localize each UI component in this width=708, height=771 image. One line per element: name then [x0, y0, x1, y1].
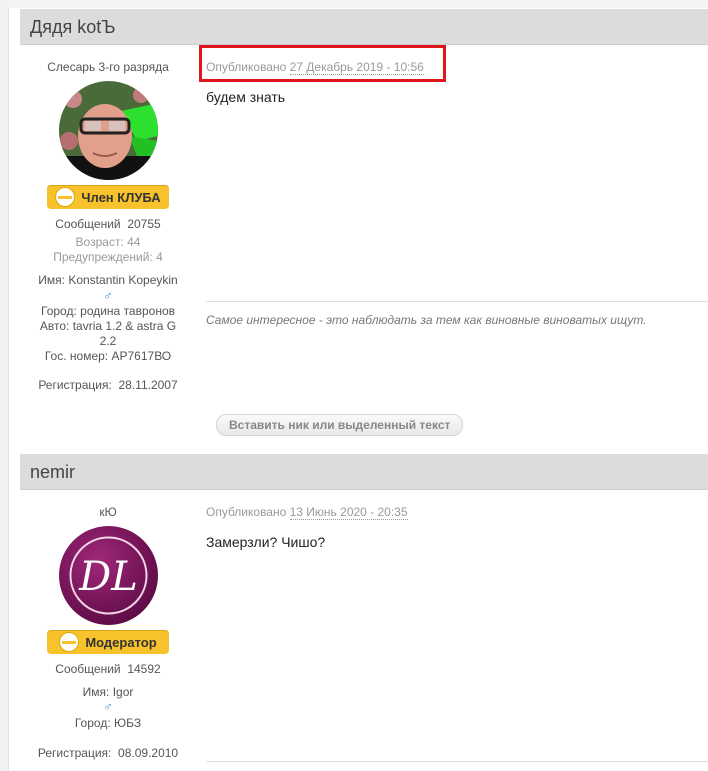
published-date[interactable]: 13 Июнь 2020 - 20:35 — [289, 505, 408, 520]
avatar[interactable]: DL — [59, 526, 158, 625]
moderator-badge: Модератор — [47, 630, 169, 654]
name-label: Имя: — [82, 685, 110, 699]
avatar-image: DL — [59, 526, 158, 625]
plate-label: Гос. номер: — [44, 349, 109, 363]
highlight-annotation — [199, 45, 446, 82]
profile-city: Город: родина тавронов — [20, 304, 196, 318]
messages-label: Сообщений — [55, 662, 121, 676]
reg-label: Регистрация: — [38, 378, 112, 392]
male-gender-icon: ♂ — [103, 288, 113, 303]
badge-label: Модератор — [85, 634, 157, 650]
name-value: Konstantin Kopeykin — [68, 273, 178, 287]
profile-plate: Гос. номер: АР7617ВО — [20, 349, 196, 363]
auto-label: Авто: — [39, 319, 70, 333]
profile-auto: Авто: tavria 1.2 & astra G — [20, 319, 196, 333]
opel-emblem-icon — [59, 632, 80, 652]
quote-button[interactable]: Вставить ник или выделенный текст — [216, 414, 464, 436]
top-strip — [8, 0, 708, 8]
profile-name: Имя: Konstantin Kopeykin — [20, 273, 196, 287]
profile-name: Имя: Igor — [20, 685, 196, 699]
city-label: Город: — [74, 716, 111, 730]
profile-registration: Регистрация: 28.11.2007 — [20, 378, 196, 392]
age: Возраст: 44 — [75, 235, 141, 249]
post-body: Опубликовано 13 Июнь 2020 - 20:35 Замерз… — [206, 454, 708, 771]
messages-value: 14592 — [127, 662, 161, 676]
name-value: Igor — [112, 685, 134, 699]
warnings: Предупреждений: 4 — [53, 250, 163, 264]
opel-emblem-icon — [55, 187, 76, 207]
plate-value: АР7617ВО — [111, 349, 172, 363]
quote-button-label: Вставить ник или выделенный текст — [229, 418, 451, 432]
profile-city: Город: ЮБЗ — [20, 716, 196, 730]
messages-value: 20755 — [127, 217, 161, 231]
author-info: Слесарь 3-го разряда Член КЛУБА Сообщени… — [20, 9, 196, 449]
post-2: nemir кЮ DL Модератор Сообщений 14592 Им… — [20, 454, 708, 771]
author-rank: Слесарь 3-го разряда — [47, 60, 169, 74]
page-left-border — [0, 0, 9, 771]
messages-count: Сообщений 20755 — [20, 217, 196, 231]
city-value: ЮБЗ — [114, 716, 142, 730]
member-badge: Член КЛУБА — [47, 185, 169, 209]
city-label: Город: — [41, 304, 77, 318]
avatar[interactable] — [59, 81, 158, 180]
auto-value: tavria 1.2 & astra G — [72, 319, 177, 333]
signature-divider — [206, 761, 708, 762]
male-gender-icon: ♂ — [103, 699, 113, 714]
name-label: Имя: — [38, 273, 65, 287]
messages-count: Сообщений 14592 — [20, 662, 196, 676]
post-text: будем знать — [206, 89, 286, 105]
published-info: Опубликовано 13 Июнь 2020 - 20:35 — [206, 505, 408, 520]
avatar-monogram: DL — [78, 554, 138, 600]
author-info: кЮ DL Модератор Сообщений 14592 Имя: Igo… — [20, 454, 196, 771]
reg-value: 08.09.2010 — [118, 746, 179, 760]
reg-value: 28.11.2007 — [118, 378, 178, 392]
post-text: Замерзли? Чишо? — [206, 534, 326, 550]
signature: Самое интересное - это наблюдать за тем … — [206, 313, 647, 327]
profile-auto-cont: 2.2 — [99, 334, 117, 348]
messages-label: Сообщений — [55, 217, 121, 231]
published-label: Опубликовано — [206, 505, 287, 519]
author-rank: кЮ — [99, 505, 117, 519]
reg-label: Регистрация: — [37, 746, 112, 760]
avatar-image — [59, 81, 158, 180]
signature-divider — [206, 301, 708, 302]
profile-registration: Регистрация: 08.09.2010 — [20, 746, 196, 760]
city-value: родина тавронов — [80, 304, 175, 318]
badge-label: Член КЛУБА — [81, 189, 161, 205]
